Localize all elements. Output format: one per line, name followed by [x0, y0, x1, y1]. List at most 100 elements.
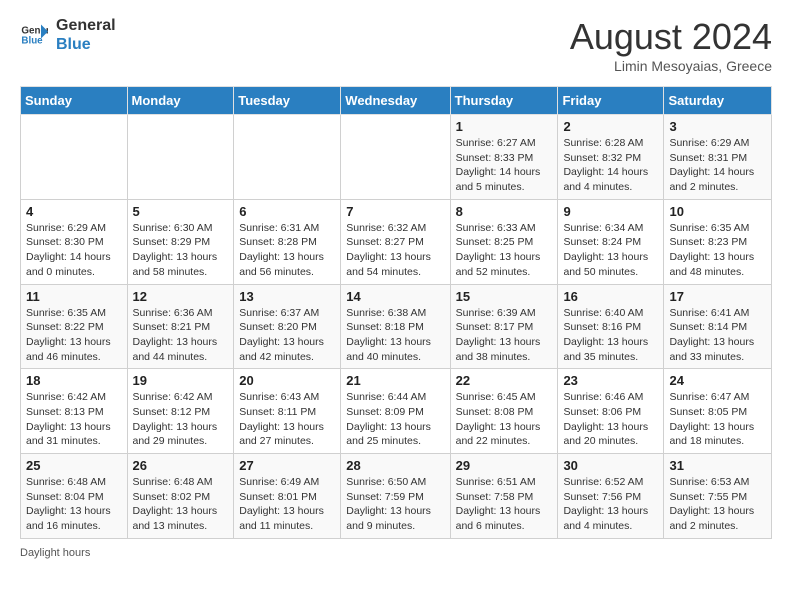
week-row-4: 18Sunrise: 6:42 AMSunset: 8:13 PMDayligh… — [21, 369, 772, 454]
day-cell: 31 Sunrise: 6:53 AMSunset: 7:55 PMDayligh… — [664, 454, 772, 539]
day-number: 22 — [456, 373, 553, 388]
day-cell — [234, 115, 341, 200]
day-number: 8 — [456, 204, 553, 219]
logo-icon: General Blue — [20, 21, 48, 49]
day-info: Sunrise: 6:34 AMSunset: 8:24 PMDaylight:… — [563, 221, 658, 280]
day-number: 5 — [133, 204, 229, 219]
day-info: Sunrise: 6:38 AMSunset: 8:18 PMDaylight:… — [346, 306, 444, 365]
day-info: Sunrise: 6:51 AMSunset: 7:58 PMDaylight:… — [456, 475, 553, 534]
day-cell: 29Sunrise: 6:51 AMSunset: 7:58 PMDayligh… — [450, 454, 558, 539]
header-cell-wednesday: Wednesday — [341, 87, 450, 115]
day-cell: 23Sunrise: 6:46 AMSunset: 8:06 PMDayligh… — [558, 369, 664, 454]
day-info: Sunrise: 6:27 AMSunset: 8:33 PMDaylight:… — [456, 136, 553, 195]
week-row-3: 11 Sunrise: 6:35 AMSunset: 8:22 PMDayligh… — [21, 284, 772, 369]
day-cell: 14Sunrise: 6:38 AMSunset: 8:18 PMDayligh… — [341, 284, 450, 369]
day-info: Sunrise: 6:29 AMSunset: 8:31 PMDaylight:… — [669, 136, 766, 195]
day-number: 11 — [26, 289, 122, 304]
day-info: Sunrise: 6:39 AMSunset: 8:17 PMDaylight:… — [456, 306, 553, 365]
day-cell: 5 Sunrise: 6:30 AMSunset: 8:29 PMDaylight… — [127, 199, 234, 284]
day-info: Sunrise: 6:35 AMSunset: 8:22 PMDaylight:… — [26, 306, 122, 365]
header-row: SundayMondayTuesdayWednesdayThursdayFrid… — [21, 87, 772, 115]
day-info: Sunrise: 6:33 AMSunset: 8:25 PMDaylight:… — [456, 221, 553, 280]
day-cell: 19Sunrise: 6:42 AMSunset: 8:12 PMDayligh… — [127, 369, 234, 454]
day-number: 10 — [669, 204, 766, 219]
day-number: 17 — [669, 289, 766, 304]
day-cell: 10 Sunrise: 6:35 AMSunset: 8:23 PMDayligh… — [664, 199, 772, 284]
day-cell: 4Sunrise: 6:29 AMSunset: 8:30 PMDaylight… — [21, 199, 128, 284]
day-cell: 13Sunrise: 6:37 AMSunset: 8:20 PMDayligh… — [234, 284, 341, 369]
day-number: 19 — [133, 373, 229, 388]
day-info: Sunrise: 6:47 AMSunset: 8:05 PMDaylight:… — [669, 390, 766, 449]
day-info: Sunrise: 6:52 AMSunset: 7:56 PMDaylight:… — [563, 475, 658, 534]
day-info: Sunrise: 6:32 AMSunset: 8:27 PMDaylight:… — [346, 221, 444, 280]
logo-line1: General — [56, 16, 116, 35]
day-number: 27 — [239, 458, 335, 473]
day-number: 1 — [456, 119, 553, 134]
day-cell: 27 Sunrise: 6:49 AMSunset: 8:01 PMDayligh… — [234, 454, 341, 539]
logo-line2: Blue — [56, 35, 116, 54]
day-cell: 6 Sunrise: 6:31 AMSunset: 8:28 PMDaylight… — [234, 199, 341, 284]
subtitle: Limin Mesoyaias, Greece — [570, 58, 772, 74]
day-number: 7 — [346, 204, 444, 219]
day-info: Sunrise: 6:36 AMSunset: 8:21 PMDaylight:… — [133, 306, 229, 365]
day-number: 25 — [26, 458, 122, 473]
day-info: Sunrise: 6:44 AMSunset: 8:09 PMDaylight:… — [346, 390, 444, 449]
day-cell: 1 Sunrise: 6:27 AMSunset: 8:33 PMDaylight… — [450, 115, 558, 200]
day-cell: 26 Sunrise: 6:48 AMSunset: 8:02 PMDayligh… — [127, 454, 234, 539]
day-number: 28 — [346, 458, 444, 473]
day-cell: 3Sunrise: 6:29 AMSunset: 8:31 PMDaylight… — [664, 115, 772, 200]
week-row-1: 1 Sunrise: 6:27 AMSunset: 8:33 PMDaylight… — [21, 115, 772, 200]
day-info: Sunrise: 6:40 AMSunset: 8:16 PMDaylight:… — [563, 306, 658, 365]
day-cell: 9Sunrise: 6:34 AMSunset: 8:24 PMDaylight… — [558, 199, 664, 284]
header-cell-sunday: Sunday — [21, 87, 128, 115]
day-cell: 22 Sunrise: 6:45 AMSunset: 8:08 PMDayligh… — [450, 369, 558, 454]
day-number: 2 — [563, 119, 658, 134]
header-cell-thursday: Thursday — [450, 87, 558, 115]
day-cell: 8 Sunrise: 6:33 AMSunset: 8:25 PMDaylight… — [450, 199, 558, 284]
day-info: Sunrise: 6:35 AMSunset: 8:23 PMDaylight:… — [669, 221, 766, 280]
header-cell-tuesday: Tuesday — [234, 87, 341, 115]
day-info: Sunrise: 6:28 AMSunset: 8:32 PMDaylight:… — [563, 136, 658, 195]
week-row-2: 4Sunrise: 6:29 AMSunset: 8:30 PMDaylight… — [21, 199, 772, 284]
day-number: 20 — [239, 373, 335, 388]
day-cell: 15 Sunrise: 6:39 AMSunset: 8:17 PMDayligh… — [450, 284, 558, 369]
day-cell: 24 Sunrise: 6:47 AMSunset: 8:05 PMDayligh… — [664, 369, 772, 454]
day-number: 16 — [563, 289, 658, 304]
day-number: 15 — [456, 289, 553, 304]
day-info: Sunrise: 6:53 AMSunset: 7:55 PMDaylight:… — [669, 475, 766, 534]
day-info: Sunrise: 6:49 AMSunset: 8:01 PMDaylight:… — [239, 475, 335, 534]
day-number: 24 — [669, 373, 766, 388]
day-cell: 2 Sunrise: 6:28 AMSunset: 8:32 PMDaylight… — [558, 115, 664, 200]
header-cell-monday: Monday — [127, 87, 234, 115]
day-cell: 30 Sunrise: 6:52 AMSunset: 7:56 PMDayligh… — [558, 454, 664, 539]
day-info: Sunrise: 6:41 AMSunset: 8:14 PMDaylight:… — [669, 306, 766, 365]
day-number: 21 — [346, 373, 444, 388]
day-info: Sunrise: 6:45 AMSunset: 8:08 PMDaylight:… — [456, 390, 553, 449]
day-info: Sunrise: 6:37 AMSunset: 8:20 PMDaylight:… — [239, 306, 335, 365]
day-cell — [127, 115, 234, 200]
day-info: Sunrise: 6:31 AMSunset: 8:28 PMDaylight:… — [239, 221, 335, 280]
day-cell: 17 Sunrise: 6:41 AMSunset: 8:14 PMDayligh… — [664, 284, 772, 369]
day-cell: 12 Sunrise: 6:36 AMSunset: 8:21 PMDayligh… — [127, 284, 234, 369]
day-info: Sunrise: 6:30 AMSunset: 8:29 PMDaylight:… — [133, 221, 229, 280]
header-cell-friday: Friday — [558, 87, 664, 115]
day-cell — [21, 115, 128, 200]
day-info: Sunrise: 6:43 AMSunset: 8:11 PMDaylight:… — [239, 390, 335, 449]
day-cell: 16 Sunrise: 6:40 AMSunset: 8:16 PMDayligh… — [558, 284, 664, 369]
day-number: 30 — [563, 458, 658, 473]
day-number: 6 — [239, 204, 335, 219]
main-title: August 2024 — [570, 16, 772, 58]
calendar-table: SundayMondayTuesdayWednesdayThursdayFrid… — [20, 86, 772, 539]
footer-note: Daylight hours — [20, 547, 772, 559]
day-number: 26 — [133, 458, 229, 473]
day-cell: 21 Sunrise: 6:44 AMSunset: 8:09 PMDayligh… — [341, 369, 450, 454]
day-number: 31 — [669, 458, 766, 473]
week-row-5: 25Sunrise: 6:48 AMSunset: 8:04 PMDayligh… — [21, 454, 772, 539]
day-info: Sunrise: 6:48 AMSunset: 8:02 PMDaylight:… — [133, 475, 229, 534]
day-cell: 28Sunrise: 6:50 AMSunset: 7:59 PMDayligh… — [341, 454, 450, 539]
day-cell: 20 Sunrise: 6:43 AMSunset: 8:11 PMDayligh… — [234, 369, 341, 454]
header-cell-saturday: Saturday — [664, 87, 772, 115]
day-cell: 18Sunrise: 6:42 AMSunset: 8:13 PMDayligh… — [21, 369, 128, 454]
day-info: Sunrise: 6:46 AMSunset: 8:06 PMDaylight:… — [563, 390, 658, 449]
day-number: 12 — [133, 289, 229, 304]
